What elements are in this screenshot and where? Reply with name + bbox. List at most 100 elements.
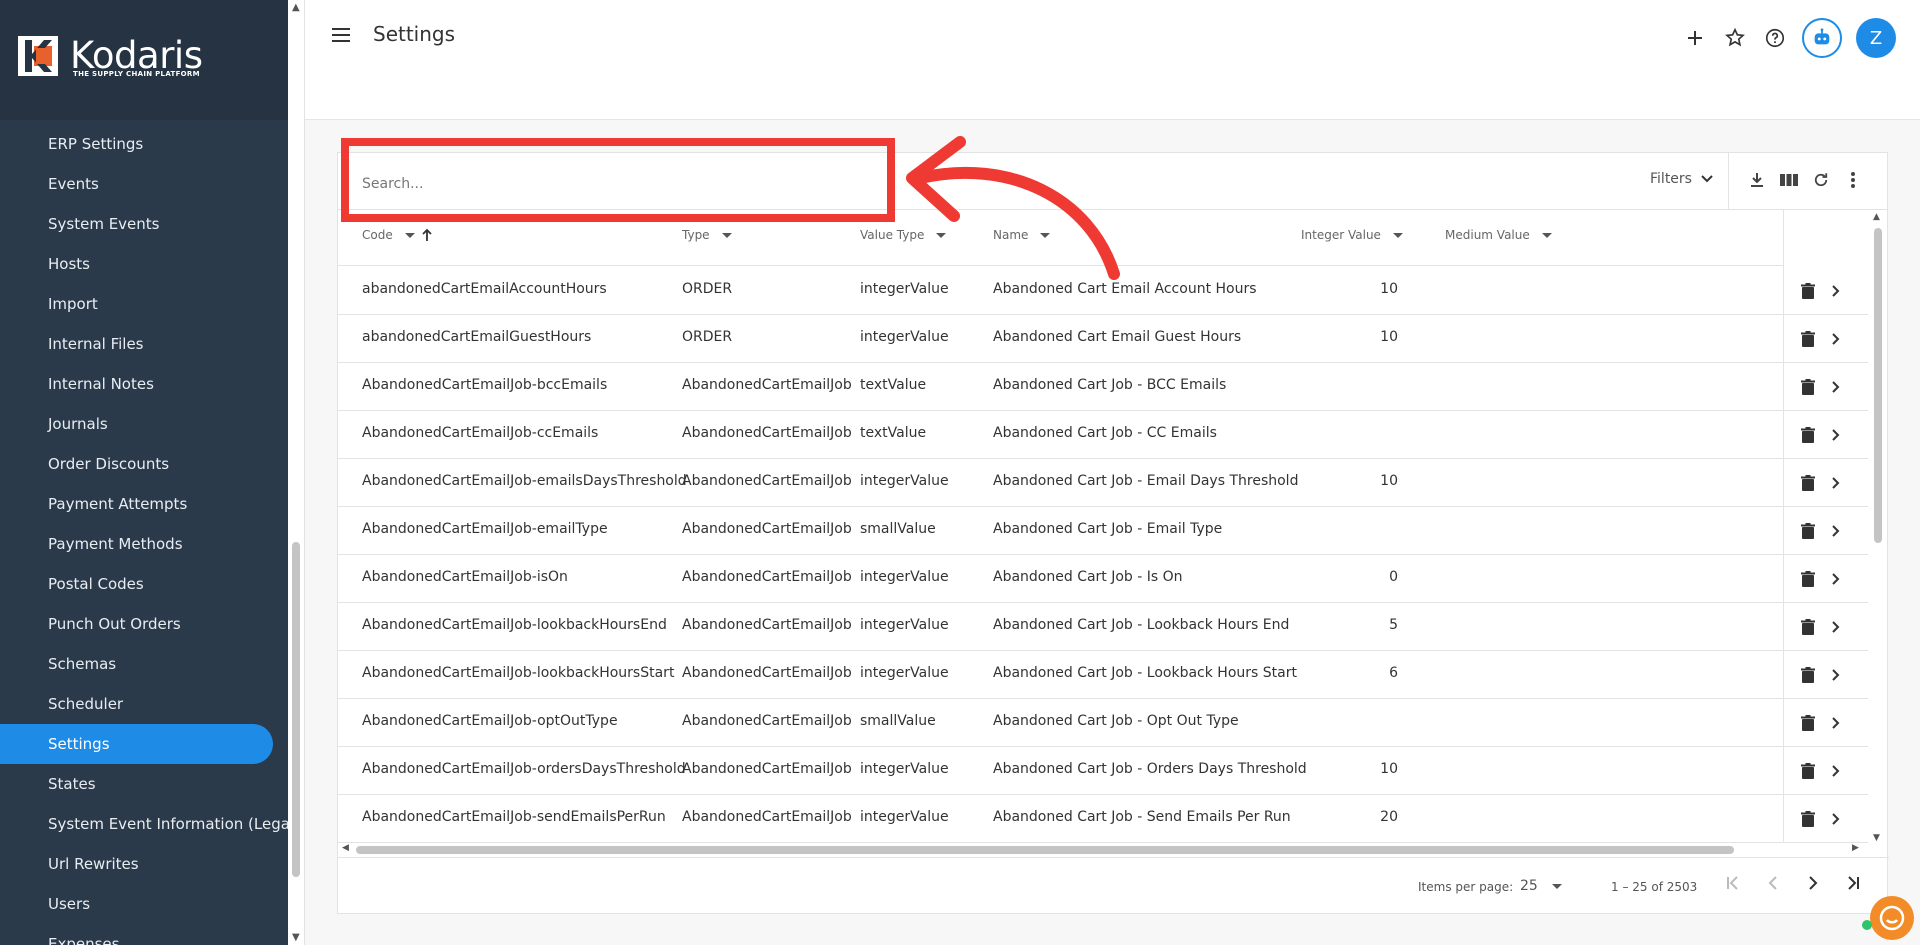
- help-icon[interactable]: [1762, 25, 1788, 51]
- chevron-right-icon[interactable]: [1831, 620, 1841, 634]
- scroll-up-icon[interactable]: ▲: [1873, 212, 1880, 222]
- chevron-right-icon[interactable]: [1831, 716, 1841, 730]
- delete-icon[interactable]: [1801, 474, 1815, 492]
- sidebar-item-postal-codes[interactable]: Postal Codes: [0, 564, 288, 604]
- sort-ascending-icon[interactable]: [421, 228, 433, 242]
- scrollbar-thumb[interactable]: [356, 846, 1734, 854]
- table-row[interactable]: AbandonedCartEmailJob-sendEmailsPerRun Ab…: [338, 795, 1868, 843]
- sort-menu-icon[interactable]: [404, 232, 415, 238]
- delete-icon[interactable]: [1801, 282, 1815, 300]
- more-vert-icon[interactable]: [1842, 169, 1864, 191]
- table-row[interactable]: AbandonedCartEmailJob-ccEmails AbandonedC…: [338, 411, 1868, 459]
- cell-type: ORDER: [682, 329, 733, 345]
- scroll-up-icon[interactable]: ▲: [292, 2, 300, 13]
- scroll-right-icon[interactable]: ▶: [1852, 843, 1859, 853]
- delete-icon[interactable]: [1801, 762, 1815, 780]
- chevron-right-icon[interactable]: [1831, 476, 1841, 490]
- delete-icon[interactable]: [1801, 522, 1815, 540]
- star-icon[interactable]: [1722, 25, 1748, 51]
- sidebar-item-expenses[interactable]: Expenses: [0, 924, 288, 945]
- table-row[interactable]: AbandonedCartEmailJob-bccEmails Abandoned…: [338, 363, 1868, 411]
- cell-code: AbandonedCartEmailJob-emailType: [362, 521, 608, 537]
- chevron-right-icon[interactable]: [1831, 284, 1841, 298]
- sidebar-item-order-discounts[interactable]: Order Discounts: [0, 444, 288, 484]
- table-row[interactable]: AbandonedCartEmailJob-emailsDaysThreshol…: [338, 459, 1868, 507]
- table-row[interactable]: AbandonedCartEmailJob-lookbackHoursStart…: [338, 651, 1868, 699]
- first-page-icon[interactable]: [1722, 872, 1744, 894]
- scrollbar-thumb[interactable]: [292, 542, 300, 877]
- chevron-right-icon[interactable]: [1831, 572, 1841, 586]
- chevron-right-icon[interactable]: [1831, 764, 1841, 778]
- delete-icon[interactable]: [1801, 378, 1815, 396]
- delete-icon[interactable]: [1801, 714, 1815, 732]
- table-row[interactable]: AbandonedCartEmailJob-ordersDaysThreshol…: [338, 747, 1868, 795]
- scrollbar-thumb[interactable]: [1874, 228, 1882, 543]
- chevron-right-icon[interactable]: [1831, 668, 1841, 682]
- chevron-right-icon[interactable]: [1831, 332, 1841, 346]
- delete-icon[interactable]: [1801, 426, 1815, 444]
- add-icon[interactable]: [1682, 25, 1708, 51]
- cell-code: AbandonedCartEmailJob-ordersDaysThreshol…: [362, 761, 686, 777]
- table-row[interactable]: AbandonedCartEmailJob-emailType Abandoned…: [338, 507, 1868, 555]
- sidebar-item-events[interactable]: Events: [0, 164, 288, 204]
- sidebar-item-system-events[interactable]: System Events: [0, 204, 288, 244]
- sidebar-item-system-event-information-legacy[interactable]: System Event Information (Legacy): [0, 804, 288, 844]
- delete-icon[interactable]: [1801, 618, 1815, 636]
- sidebar-scrollbar[interactable]: ▲ ▼: [288, 0, 305, 945]
- sidebar-item-erp-settings[interactable]: ERP Settings: [0, 124, 288, 164]
- sidebar-item-journals[interactable]: Journals: [0, 404, 288, 444]
- table-horizontal-scrollbar[interactable]: ◀ ▶: [338, 843, 1868, 857]
- chat-support-button[interactable]: [1870, 896, 1914, 940]
- sort-menu-icon[interactable]: [721, 232, 732, 238]
- refresh-icon[interactable]: [1810, 169, 1832, 191]
- sidebar-item-punch-out-orders[interactable]: Punch Out Orders: [0, 604, 288, 644]
- sidebar-item-schemas[interactable]: Schemas: [0, 644, 288, 684]
- sidebar-item-settings[interactable]: Settings: [0, 724, 273, 764]
- columns-icon[interactable]: [1778, 169, 1800, 191]
- sort-menu-icon[interactable]: [1541, 232, 1552, 238]
- sidebar-item-url-rewrites[interactable]: Url Rewrites: [0, 844, 288, 884]
- sort-menu-icon[interactable]: [1392, 232, 1403, 238]
- chevron-right-icon[interactable]: [1831, 428, 1841, 442]
- table-row[interactable]: AbandonedCartEmailJob-lookbackHoursEnd Ab…: [338, 603, 1868, 651]
- table-row[interactable]: abandonedCartEmailGuestHours ORDER integer…: [338, 315, 1868, 363]
- items-per-page-select[interactable]: 25: [1520, 878, 1562, 894]
- sidebar-item-hosts[interactable]: Hosts: [0, 244, 288, 284]
- cell-value-type: smallValue: [860, 521, 936, 537]
- delete-icon[interactable]: [1801, 330, 1815, 348]
- hamburger-menu-icon[interactable]: [332, 28, 350, 42]
- sidebar-item-payment-methods[interactable]: Payment Methods: [0, 524, 288, 564]
- chevron-right-icon[interactable]: [1831, 524, 1841, 538]
- sidebar-item-import[interactable]: Import: [0, 284, 288, 324]
- sidebar-item-states[interactable]: States: [0, 764, 288, 804]
- table-vertical-scrollbar[interactable]: ▲ ▼: [1868, 210, 1889, 843]
- sidebar-item-payment-attempts[interactable]: Payment Attempts: [0, 484, 288, 524]
- download-icon[interactable]: [1746, 169, 1768, 191]
- last-page-icon[interactable]: [1842, 872, 1864, 894]
- column-header-integer-value[interactable]: Integer Value: [1301, 228, 1403, 242]
- table-row[interactable]: AbandonedCartEmailJob-isOn AbandonedCartE…: [338, 555, 1868, 603]
- next-page-icon[interactable]: [1802, 872, 1824, 894]
- chevron-right-icon[interactable]: [1831, 812, 1841, 826]
- sidebar-item-internal-files[interactable]: Internal Files: [0, 324, 288, 364]
- delete-icon[interactable]: [1801, 570, 1815, 588]
- sidebar-item-internal-notes[interactable]: Internal Notes: [0, 364, 288, 404]
- scroll-down-icon[interactable]: ▼: [1873, 833, 1880, 843]
- delete-icon[interactable]: [1801, 666, 1815, 684]
- row-actions: [1783, 747, 1868, 795]
- table-row[interactable]: AbandonedCartEmailJob-optOutType Abandone…: [338, 699, 1868, 747]
- sidebar-item-users[interactable]: Users: [0, 884, 288, 924]
- column-header-code[interactable]: Code: [362, 228, 433, 242]
- sidebar-item-scheduler[interactable]: Scheduler: [0, 684, 288, 724]
- scroll-left-icon[interactable]: ◀: [342, 843, 349, 853]
- column-header-type[interactable]: Type: [682, 228, 732, 242]
- filters-dropdown[interactable]: Filters: [1650, 171, 1714, 187]
- user-avatar[interactable]: Z: [1856, 18, 1896, 58]
- logo[interactable]: Kodaris THE SUPPLY CHAIN PLATFORM: [0, 0, 288, 120]
- robot-icon[interactable]: [1802, 18, 1842, 58]
- previous-page-icon[interactable]: [1762, 872, 1784, 894]
- scroll-down-icon[interactable]: ▼: [292, 932, 300, 943]
- delete-icon[interactable]: [1801, 810, 1815, 828]
- chevron-right-icon[interactable]: [1831, 380, 1841, 394]
- column-header-medium-value[interactable]: Medium Value: [1445, 228, 1552, 242]
